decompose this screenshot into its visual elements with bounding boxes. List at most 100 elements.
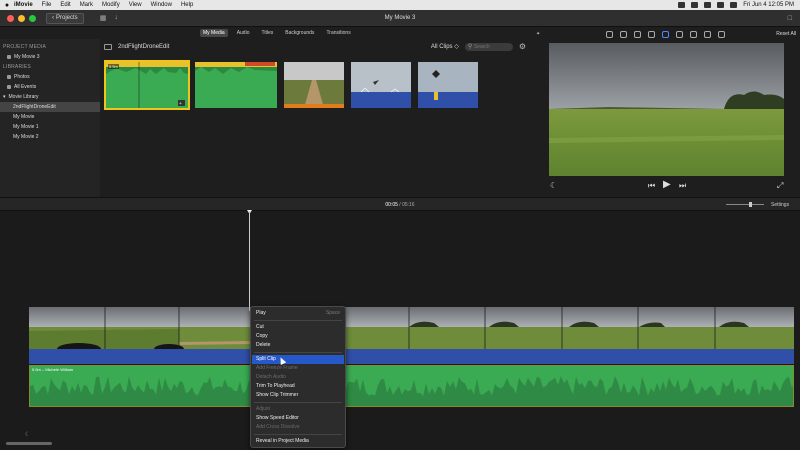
sidebar-item-project[interactable]: My Movie 3: [0, 52, 100, 62]
crop-icon[interactable]: [634, 30, 642, 38]
title-bar: ‹ Projects ▦ ↓ My Movie 3 □: [0, 10, 800, 27]
clip-thumbnail[interactable]: [284, 62, 344, 108]
zoom-slider[interactable]: [726, 204, 764, 205]
color-correction-icon[interactable]: [620, 30, 628, 38]
magic-wand-icon[interactable]: ✦: [536, 31, 540, 37]
skip-back-icon[interactable]: ⏮: [648, 181, 655, 191]
menu-item-show-clip-trimmer[interactable]: Show Clip Trimmer: [251, 391, 345, 400]
tab-backgrounds[interactable]: Backgrounds: [282, 29, 317, 37]
window-title: My Movie 3: [384, 15, 416, 21]
fullscreen-icon[interactable]: ⤢: [777, 181, 783, 191]
timeline[interactable]: 5.5m – Michele William ☾: [0, 210, 800, 450]
sidebar-item-all-events[interactable]: All Events: [0, 82, 100, 92]
clip-thumbnail-image: [351, 62, 411, 108]
menu-item-reveal-in-project-media[interactable]: Reveal in Project Media: [251, 437, 345, 446]
audio-track[interactable]: [29, 349, 794, 364]
menu-item-split-clip[interactable]: Split Clip: [252, 355, 344, 364]
menu-item-delete[interactable]: Delete: [251, 341, 345, 350]
video-clip[interactable]: [29, 307, 794, 349]
menu-item-label: Split Clip: [256, 356, 276, 362]
close-button[interactable]: [7, 14, 14, 22]
projects-label: Projects: [56, 15, 78, 21]
microphone-icon[interactable]: ☾: [550, 181, 557, 190]
menu-item-show-speed-editor[interactable]: Show Speed Editor: [251, 414, 345, 423]
tab-transitions[interactable]: Transitions: [323, 29, 353, 37]
media-tabs: My Media Audio Titles Backgrounds Transi…: [0, 27, 530, 39]
settings-button[interactable]: Settings: [771, 202, 789, 208]
tab-my-media[interactable]: My Media: [200, 29, 228, 37]
sidebar-item-photos[interactable]: Photos: [0, 72, 100, 82]
clip-thumbnail[interactable]: [418, 62, 478, 108]
timecode: 00:05 / 05:16: [0, 202, 800, 208]
menu-item-adjust: Adjust: [251, 405, 345, 414]
info-icon[interactable]: [718, 30, 726, 38]
stabilization-icon[interactable]: [648, 30, 656, 38]
battery-icon[interactable]: [717, 2, 725, 8]
skip-forward-icon[interactable]: ⏭: [679, 181, 686, 191]
playhead[interactable]: [249, 211, 250, 311]
clip-thumbnail[interactable]: + 5.5m: [104, 60, 190, 110]
menu-modify[interactable]: Modify: [102, 2, 120, 8]
microphone-icon[interactable]: ☾: [25, 431, 30, 438]
music-track[interactable]: 5.5m – Michele William: [29, 365, 794, 407]
play-icon[interactable]: ▶: [663, 179, 671, 190]
menu-item-play[interactable]: Play Space: [251, 309, 345, 318]
wifi-icon[interactable]: [704, 2, 712, 8]
projects-button[interactable]: ‹ Projects: [46, 12, 84, 24]
clock[interactable]: Fri Jun 4 12:05 PM: [743, 2, 794, 8]
menu-mark[interactable]: Mark: [80, 2, 93, 8]
tab-titles[interactable]: Titles: [258, 29, 276, 37]
menu-item-add-cross-dissolve: Add Cross Dissolve: [251, 423, 345, 432]
menu-help[interactable]: Help: [181, 2, 193, 8]
menu-window[interactable]: Window: [151, 2, 172, 8]
clips-filter-select[interactable]: All Clips ◇: [431, 43, 459, 50]
noise-reduction-icon[interactable]: [676, 30, 684, 38]
svg-text:+: +: [179, 101, 182, 107]
gear-icon[interactable]: ⚙: [519, 42, 526, 51]
speed-icon[interactable]: [690, 30, 698, 38]
share-icon[interactable]: □: [788, 15, 792, 22]
timeline-toolbar: 00:05 / 05:16 Settings: [0, 197, 800, 211]
reset-all-button[interactable]: Reset All: [776, 31, 796, 37]
search-icon[interactable]: [730, 2, 738, 8]
zoom-button[interactable]: [29, 14, 36, 22]
import-icon[interactable]: ↓: [114, 14, 118, 22]
apple-icon[interactable]: ●: [0, 2, 14, 9]
status-icon-1[interactable]: [678, 2, 686, 8]
volume-icon[interactable]: [662, 30, 670, 38]
clip-thumbnail[interactable]: [195, 62, 277, 108]
video-viewer[interactable]: [549, 43, 784, 176]
clip-thumbnail-image: [418, 62, 478, 108]
menu-item-copy[interactable]: Copy: [251, 332, 345, 341]
sidebar-item-event[interactable]: My Movie 2: [0, 132, 100, 142]
current-time: 00:05: [385, 202, 398, 208]
sidebar-toggle-icon[interactable]: [104, 43, 112, 50]
clip-filter-icon[interactable]: [704, 30, 712, 38]
clip-thumbnail[interactable]: [351, 62, 411, 108]
menu-item-label: Adjust: [256, 406, 270, 412]
tab-audio[interactable]: Audio: [234, 29, 253, 37]
disclosure-triangle-icon[interactable]: ▾: [3, 94, 6, 100]
timeline-scrollbar[interactable]: [6, 442, 52, 445]
minimize-button[interactable]: [18, 14, 25, 22]
sidebar-item-event[interactable]: 2ndFlightDroneEdit: [0, 102, 100, 112]
menu-file[interactable]: File: [42, 2, 52, 8]
menu-item-cut[interactable]: Cut: [251, 323, 345, 332]
sidebar-item-label: All Events: [14, 84, 37, 90]
menu-item-label: Detach Audio: [256, 374, 286, 380]
time-separator: /: [399, 202, 401, 208]
layout-icon[interactable]: ▦: [100, 14, 107, 22]
color-balance-icon[interactable]: [606, 30, 614, 38]
menu-item-label: Add Cross Dissolve: [256, 424, 300, 430]
menu-item-label: Add Freeze Frame: [256, 365, 298, 371]
sidebar-item-event[interactable]: My Movie 1: [0, 122, 100, 132]
status-icon-2[interactable]: [691, 2, 699, 8]
menu-item-label: Show Clip Trimmer: [256, 392, 299, 398]
menu-item-trim-to-playhead[interactable]: Trim To Playhead: [251, 382, 345, 391]
menu-imovie[interactable]: iMovie: [14, 2, 33, 8]
sidebar-item-event[interactable]: My Movie: [0, 112, 100, 122]
menu-view[interactable]: View: [129, 2, 142, 8]
sidebar-item-library[interactable]: ▾ Movie Library: [0, 92, 100, 102]
zoom-slider-knob[interactable]: [749, 202, 752, 207]
menu-edit[interactable]: Edit: [60, 2, 70, 8]
